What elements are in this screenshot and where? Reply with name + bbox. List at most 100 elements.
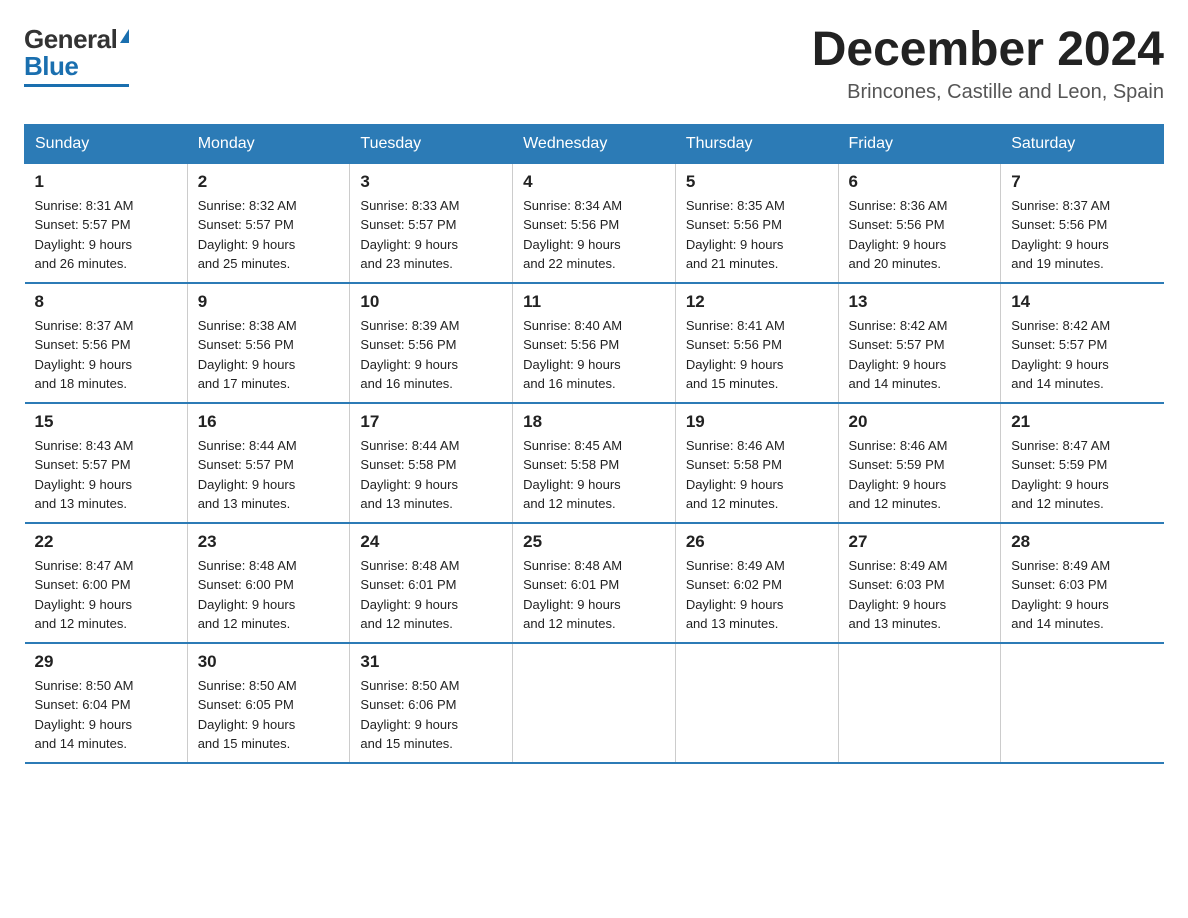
- calendar-cell: 21 Sunrise: 8:47 AMSunset: 5:59 PMDaylig…: [1001, 403, 1164, 523]
- calendar-cell: [838, 643, 1001, 763]
- calendar-cell: 19 Sunrise: 8:46 AMSunset: 5:58 PMDaylig…: [675, 403, 838, 523]
- day-info: Sunrise: 8:44 AMSunset: 5:57 PMDaylight:…: [198, 436, 340, 514]
- day-number: 9: [198, 292, 340, 312]
- calendar-cell: 17 Sunrise: 8:44 AMSunset: 5:58 PMDaylig…: [350, 403, 513, 523]
- day-info: Sunrise: 8:42 AMSunset: 5:57 PMDaylight:…: [849, 316, 991, 394]
- calendar-cell: 31 Sunrise: 8:50 AMSunset: 6:06 PMDaylig…: [350, 643, 513, 763]
- calendar-cell: 13 Sunrise: 8:42 AMSunset: 5:57 PMDaylig…: [838, 283, 1001, 403]
- day-info: Sunrise: 8:50 AMSunset: 6:06 PMDaylight:…: [360, 676, 502, 754]
- calendar-cell: 24 Sunrise: 8:48 AMSunset: 6:01 PMDaylig…: [350, 523, 513, 643]
- logo-underline: [24, 84, 129, 87]
- calendar-cell: 25 Sunrise: 8:48 AMSunset: 6:01 PMDaylig…: [513, 523, 676, 643]
- column-header-friday: Friday: [838, 124, 1001, 163]
- day-number: 15: [35, 412, 177, 432]
- calendar-cell: 5 Sunrise: 8:35 AMSunset: 5:56 PMDayligh…: [675, 163, 838, 283]
- calendar-week-row: 15 Sunrise: 8:43 AMSunset: 5:57 PMDaylig…: [25, 403, 1164, 523]
- day-info: Sunrise: 8:48 AMSunset: 6:00 PMDaylight:…: [198, 556, 340, 634]
- day-number: 16: [198, 412, 340, 432]
- day-info: Sunrise: 8:47 AMSunset: 5:59 PMDaylight:…: [1011, 436, 1153, 514]
- day-number: 28: [1011, 532, 1153, 552]
- day-info: Sunrise: 8:47 AMSunset: 6:00 PMDaylight:…: [35, 556, 177, 634]
- day-info: Sunrise: 8:37 AMSunset: 5:56 PMDaylight:…: [35, 316, 177, 394]
- calendar-cell: 18 Sunrise: 8:45 AMSunset: 5:58 PMDaylig…: [513, 403, 676, 523]
- calendar-week-row: 8 Sunrise: 8:37 AMSunset: 5:56 PMDayligh…: [25, 283, 1164, 403]
- calendar-cell: 28 Sunrise: 8:49 AMSunset: 6:03 PMDaylig…: [1001, 523, 1164, 643]
- day-number: 26: [686, 532, 828, 552]
- day-number: 18: [523, 412, 665, 432]
- calendar-week-row: 22 Sunrise: 8:47 AMSunset: 6:00 PMDaylig…: [25, 523, 1164, 643]
- calendar-cell: [513, 643, 676, 763]
- calendar-cell: 20 Sunrise: 8:46 AMSunset: 5:59 PMDaylig…: [838, 403, 1001, 523]
- column-header-wednesday: Wednesday: [513, 124, 676, 163]
- calendar-cell: [1001, 643, 1164, 763]
- column-header-thursday: Thursday: [675, 124, 838, 163]
- calendar-cell: 8 Sunrise: 8:37 AMSunset: 5:56 PMDayligh…: [25, 283, 188, 403]
- calendar-cell: 4 Sunrise: 8:34 AMSunset: 5:56 PMDayligh…: [513, 163, 676, 283]
- calendar-cell: 10 Sunrise: 8:39 AMSunset: 5:56 PMDaylig…: [350, 283, 513, 403]
- logo: General Blue: [24, 24, 129, 87]
- day-number: 6: [849, 172, 991, 192]
- calendar-cell: 27 Sunrise: 8:49 AMSunset: 6:03 PMDaylig…: [838, 523, 1001, 643]
- calendar-cell: 30 Sunrise: 8:50 AMSunset: 6:05 PMDaylig…: [187, 643, 350, 763]
- day-info: Sunrise: 8:48 AMSunset: 6:01 PMDaylight:…: [360, 556, 502, 634]
- day-number: 14: [1011, 292, 1153, 312]
- day-info: Sunrise: 8:34 AMSunset: 5:56 PMDaylight:…: [523, 196, 665, 274]
- day-number: 22: [35, 532, 177, 552]
- calendar-header-row: SundayMondayTuesdayWednesdayThursdayFrid…: [25, 124, 1164, 163]
- day-info: Sunrise: 8:40 AMSunset: 5:56 PMDaylight:…: [523, 316, 665, 394]
- column-header-sunday: Sunday: [25, 124, 188, 163]
- calendar-cell: 22 Sunrise: 8:47 AMSunset: 6:00 PMDaylig…: [25, 523, 188, 643]
- day-info: Sunrise: 8:48 AMSunset: 6:01 PMDaylight:…: [523, 556, 665, 634]
- day-number: 24: [360, 532, 502, 552]
- day-number: 11: [523, 292, 665, 312]
- title-block: December 2024 Brincones, Castille and Le…: [812, 24, 1164, 104]
- day-number: 5: [686, 172, 828, 192]
- calendar-cell: 3 Sunrise: 8:33 AMSunset: 5:57 PMDayligh…: [350, 163, 513, 283]
- calendar-cell: 23 Sunrise: 8:48 AMSunset: 6:00 PMDaylig…: [187, 523, 350, 643]
- day-info: Sunrise: 8:46 AMSunset: 5:58 PMDaylight:…: [686, 436, 828, 514]
- day-info: Sunrise: 8:50 AMSunset: 6:05 PMDaylight:…: [198, 676, 340, 754]
- day-info: Sunrise: 8:39 AMSunset: 5:56 PMDaylight:…: [360, 316, 502, 394]
- day-number: 2: [198, 172, 340, 192]
- day-number: 19: [686, 412, 828, 432]
- location-subtitle: Brincones, Castille and Leon, Spain: [812, 81, 1164, 104]
- day-number: 17: [360, 412, 502, 432]
- calendar-cell: 6 Sunrise: 8:36 AMSunset: 5:56 PMDayligh…: [838, 163, 1001, 283]
- day-info: Sunrise: 8:41 AMSunset: 5:56 PMDaylight:…: [686, 316, 828, 394]
- calendar-cell: 26 Sunrise: 8:49 AMSunset: 6:02 PMDaylig…: [675, 523, 838, 643]
- column-header-saturday: Saturday: [1001, 124, 1164, 163]
- calendar-week-row: 1 Sunrise: 8:31 AMSunset: 5:57 PMDayligh…: [25, 163, 1164, 283]
- calendar-cell: 9 Sunrise: 8:38 AMSunset: 5:56 PMDayligh…: [187, 283, 350, 403]
- day-info: Sunrise: 8:31 AMSunset: 5:57 PMDaylight:…: [35, 196, 177, 274]
- month-title: December 2024: [812, 24, 1164, 77]
- day-info: Sunrise: 8:32 AMSunset: 5:57 PMDaylight:…: [198, 196, 340, 274]
- calendar-table: SundayMondayTuesdayWednesdayThursdayFrid…: [24, 124, 1164, 764]
- day-info: Sunrise: 8:38 AMSunset: 5:56 PMDaylight:…: [198, 316, 340, 394]
- calendar-cell: [675, 643, 838, 763]
- day-number: 7: [1011, 172, 1153, 192]
- day-number: 30: [198, 652, 340, 672]
- day-number: 25: [523, 532, 665, 552]
- day-info: Sunrise: 8:46 AMSunset: 5:59 PMDaylight:…: [849, 436, 991, 514]
- calendar-cell: 16 Sunrise: 8:44 AMSunset: 5:57 PMDaylig…: [187, 403, 350, 523]
- calendar-cell: 29 Sunrise: 8:50 AMSunset: 6:04 PMDaylig…: [25, 643, 188, 763]
- day-info: Sunrise: 8:43 AMSunset: 5:57 PMDaylight:…: [35, 436, 177, 514]
- day-info: Sunrise: 8:33 AMSunset: 5:57 PMDaylight:…: [360, 196, 502, 274]
- logo-blue-text: Blue: [24, 51, 78, 82]
- day-info: Sunrise: 8:49 AMSunset: 6:03 PMDaylight:…: [849, 556, 991, 634]
- day-info: Sunrise: 8:44 AMSunset: 5:58 PMDaylight:…: [360, 436, 502, 514]
- column-header-tuesday: Tuesday: [350, 124, 513, 163]
- day-info: Sunrise: 8:49 AMSunset: 6:02 PMDaylight:…: [686, 556, 828, 634]
- day-number: 3: [360, 172, 502, 192]
- day-number: 4: [523, 172, 665, 192]
- day-number: 29: [35, 652, 177, 672]
- day-number: 20: [849, 412, 991, 432]
- calendar-week-row: 29 Sunrise: 8:50 AMSunset: 6:04 PMDaylig…: [25, 643, 1164, 763]
- calendar-cell: 7 Sunrise: 8:37 AMSunset: 5:56 PMDayligh…: [1001, 163, 1164, 283]
- day-number: 31: [360, 652, 502, 672]
- column-header-monday: Monday: [187, 124, 350, 163]
- calendar-cell: 14 Sunrise: 8:42 AMSunset: 5:57 PMDaylig…: [1001, 283, 1164, 403]
- day-number: 27: [849, 532, 991, 552]
- day-number: 12: [686, 292, 828, 312]
- day-number: 8: [35, 292, 177, 312]
